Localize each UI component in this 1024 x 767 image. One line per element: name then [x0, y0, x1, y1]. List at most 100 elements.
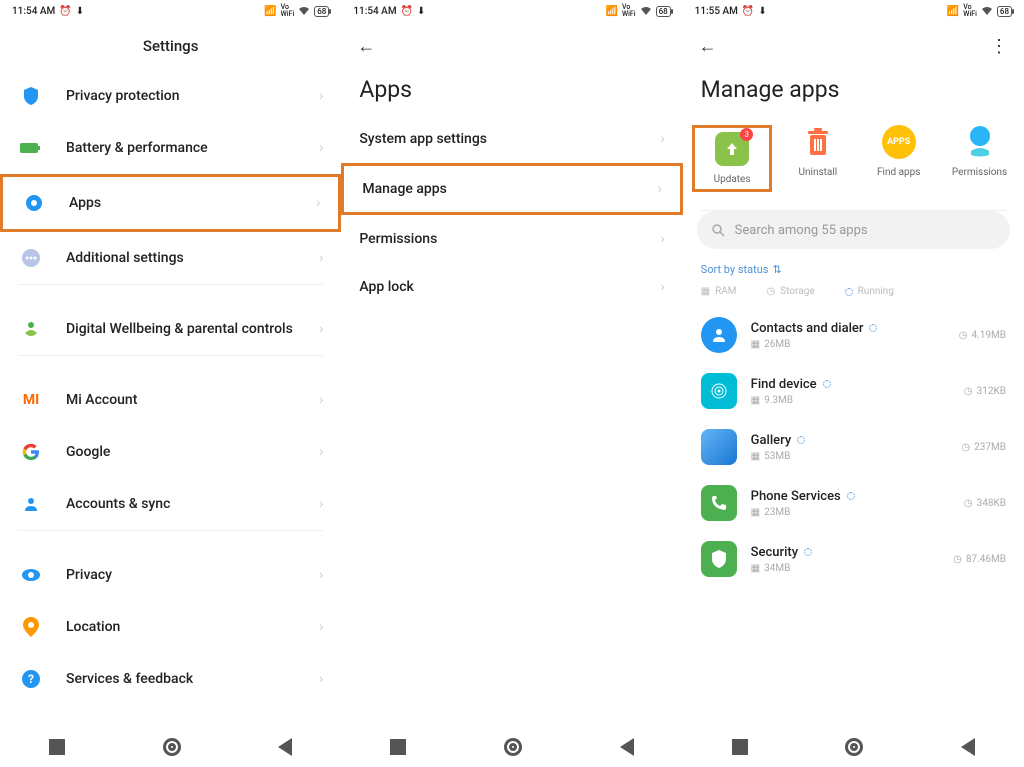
apps-item-system-settings[interactable]: System app settings ›: [341, 115, 682, 163]
battery-icon: 68: [997, 6, 1012, 17]
settings-item-accounts-sync[interactable]: Accounts & sync ›: [0, 478, 341, 530]
chip-icon: ▦: [751, 451, 760, 462]
settings-item-services[interactable]: ? Services & feedback ›: [0, 653, 341, 705]
signal-icon: 📶: [264, 6, 276, 17]
nav-back[interactable]: [278, 738, 292, 756]
settings-item-google[interactable]: Google ›: [0, 426, 341, 478]
chevron-right-icon: ›: [660, 231, 664, 247]
filter-storage[interactable]: ◷Storage: [767, 286, 815, 297]
chevron-right-icon: ›: [319, 619, 323, 635]
vowifi-icon: VoWiFi: [281, 4, 295, 18]
filter-running[interactable]: Running: [845, 286, 894, 297]
chevron-right-icon: ›: [657, 181, 661, 197]
settings-item-privacy-protection[interactable]: Privacy protection ›: [0, 70, 341, 122]
chevron-right-icon: ›: [660, 131, 664, 147]
nav-home[interactable]: [163, 738, 181, 756]
action-find-apps[interactable]: APPS Find apps: [864, 125, 934, 192]
filter-tabs: ▦RAM ◷Storage Running: [683, 286, 1024, 307]
status-time: 11:54 AM: [353, 6, 396, 17]
chevron-right-icon: ›: [319, 496, 323, 512]
spinner-icon: [847, 492, 855, 500]
nav-home[interactable]: [845, 738, 863, 756]
nav-back[interactable]: [620, 738, 634, 756]
updates-icon: 3: [715, 132, 749, 166]
back-button[interactable]: ←: [699, 36, 717, 57]
back-button[interactable]: ←: [357, 36, 375, 57]
settings-item-battery[interactable]: Battery & performance ›: [0, 122, 341, 174]
battery-icon: 68: [656, 6, 671, 17]
nav-recent[interactable]: [732, 739, 748, 755]
eye-icon: [18, 562, 44, 588]
chevron-right-icon: ›: [316, 195, 320, 211]
svg-text:?: ?: [28, 672, 34, 686]
clock-icon: ◷: [767, 286, 776, 297]
chevron-right-icon: ›: [319, 321, 323, 337]
more-button[interactable]: ⋮: [990, 36, 1008, 57]
filter-ram[interactable]: ▦RAM: [701, 286, 737, 297]
action-uninstall[interactable]: Uninstall: [783, 125, 853, 192]
page-title: Settings: [0, 37, 341, 55]
permissions-icon: [963, 125, 997, 159]
search-input[interactable]: Search among 55 apps: [697, 211, 1010, 249]
chip-icon: ▦: [701, 286, 710, 297]
app-row-find-device[interactable]: Find device ▦9.3MB ◷312KB: [683, 363, 1024, 419]
alarm-icon: ⏰: [59, 6, 71, 17]
person-icon: [18, 491, 44, 517]
chevron-right-icon: ›: [319, 140, 323, 156]
battery-icon: 68: [314, 6, 329, 17]
settings-item-additional[interactable]: Additional settings ›: [0, 232, 341, 284]
nav-back[interactable]: [961, 738, 975, 756]
page-title: Manage apps: [683, 70, 1024, 115]
status-time: 11:55 AM: [695, 6, 738, 17]
chevron-right-icon: ›: [319, 250, 323, 266]
apps-item-app-lock[interactable]: App lock ›: [341, 263, 682, 311]
trash-icon: [801, 125, 835, 159]
sort-icon: ⇅: [772, 263, 781, 276]
nav-recent[interactable]: [390, 739, 406, 755]
nav-bar: [341, 727, 682, 767]
contacts-icon: [701, 317, 737, 353]
wellbeing-icon: [18, 316, 44, 342]
app-row-contacts[interactable]: Contacts and dialer ▦26MB ◷4.19MB: [683, 307, 1024, 363]
chip-icon: ▦: [751, 507, 760, 518]
apps-item-permissions[interactable]: Permissions ›: [341, 215, 682, 263]
wifi-icon: [640, 6, 652, 16]
settings-item-mi-account[interactable]: MI Mi Account ›: [0, 374, 341, 426]
alarm-icon: ⏰: [742, 6, 754, 17]
google-icon: [18, 439, 44, 465]
action-permissions[interactable]: Permissions: [945, 125, 1015, 192]
app-row-gallery[interactable]: Gallery ▦53MB ◷237MB: [683, 419, 1024, 475]
vowifi-icon: VoWiFi: [622, 4, 636, 18]
location-icon: [18, 614, 44, 640]
phone-icon: [701, 485, 737, 521]
gear-icon: [21, 190, 47, 216]
action-row: 3 Updates Uninstall APPS Find apps Permi…: [683, 115, 1024, 210]
chevron-right-icon: ›: [319, 567, 323, 583]
settings-item-location[interactable]: Location ›: [0, 601, 341, 653]
chip-icon: ▦: [751, 563, 760, 574]
nav-recent[interactable]: [49, 739, 65, 755]
app-row-security[interactable]: Security ▦34MB ◷87.46MB: [683, 531, 1024, 587]
nav-home[interactable]: [504, 738, 522, 756]
chevron-right-icon: ›: [319, 444, 323, 460]
signal-icon: 📶: [606, 6, 618, 17]
clock-icon: ◷: [961, 442, 970, 453]
shield-icon: [18, 83, 44, 109]
wifi-icon: [981, 6, 993, 16]
sort-button[interactable]: Sort by status ⇅: [683, 263, 1024, 286]
apps-item-manage-apps[interactable]: Manage apps ›: [344, 168, 679, 210]
spinner-icon: [845, 288, 853, 296]
settings-item-wellbeing[interactable]: Digital Wellbeing & parental controls ›: [0, 303, 341, 355]
app-row-phone-services[interactable]: Phone Services ▦23MB ◷348KB: [683, 475, 1024, 531]
download-icon: ⬇: [417, 6, 425, 17]
status-bar: 11:54 AM ⏰ ⬇ 📶 VoWiFi 68: [0, 0, 341, 22]
wifi-icon: [298, 6, 310, 16]
action-updates[interactable]: 3 Updates: [697, 132, 767, 185]
settings-item-apps[interactable]: Apps ›: [0, 174, 341, 232]
settings-item-privacy[interactable]: Privacy ›: [0, 549, 341, 601]
clock-icon: ◷: [953, 554, 962, 565]
spinner-icon: [869, 324, 877, 332]
clock-icon: ◷: [959, 330, 968, 341]
help-icon: ?: [18, 666, 44, 692]
nav-bar: [0, 727, 341, 767]
